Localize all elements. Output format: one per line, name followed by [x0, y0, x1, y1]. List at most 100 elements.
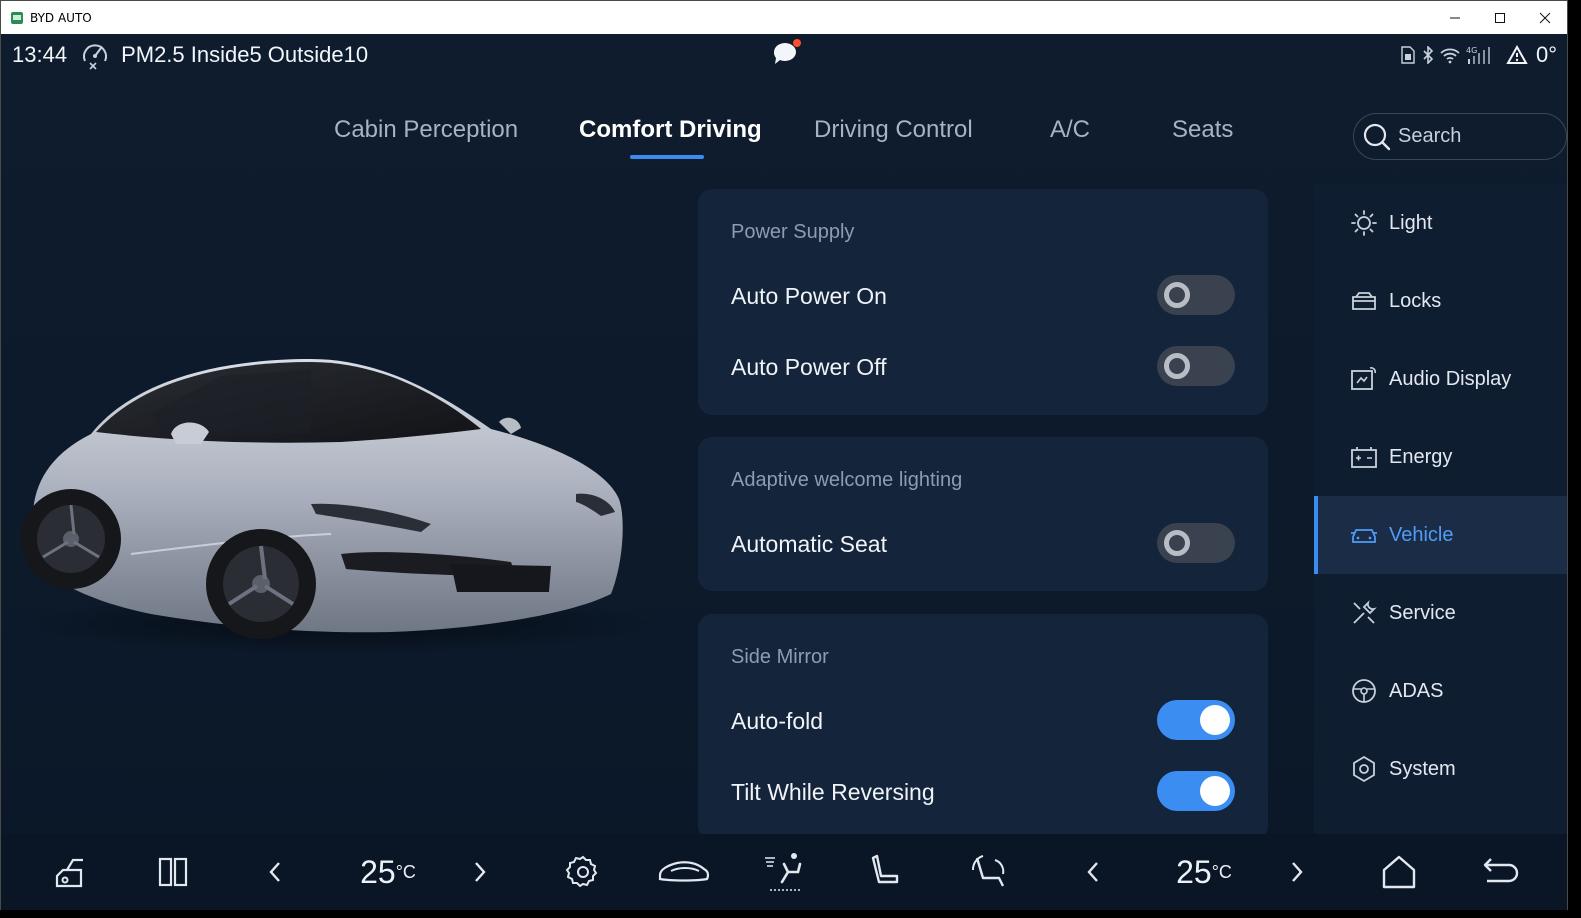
minimize-icon: [1449, 17, 1460, 18]
status-bar: 13:44 PM2.5 Inside5 Outside10 4G 0°: [1, 34, 1567, 76]
power-supply-panel: Power Supply Auto Power On Auto Power Of…: [698, 189, 1268, 415]
auto-power-on-label: Auto Power On: [731, 283, 887, 309]
right-temp-decrease-button[interactable]: [1079, 852, 1107, 892]
seat-ventilation-button[interactable]: [761, 852, 809, 892]
seat-heating-button[interactable]: [865, 852, 909, 892]
close-button[interactable]: [1522, 1, 1567, 34]
left-temp-increase-button[interactable]: [466, 852, 494, 892]
window-title: BYD AUTO: [30, 10, 92, 25]
auto-power-on-toggle[interactable]: [1157, 275, 1235, 315]
car-park-icon: [55, 858, 83, 888]
auto-fold-toggle[interactable]: [1157, 700, 1235, 740]
chevron-left-icon: [269, 862, 280, 882]
seat-recline-icon: [972, 855, 1005, 887]
chevron-right-icon: [475, 862, 486, 882]
sidebar-item-label: Locks: [1389, 289, 1442, 312]
left-temp-value: 25: [360, 853, 396, 890]
tab-cabin-perception[interactable]: Cabin Perception: [334, 116, 518, 144]
sidebar-item-label: ADAS: [1389, 679, 1444, 702]
seat-recline-button[interactable]: [967, 852, 1011, 892]
light-icon: [1351, 210, 1377, 236]
settings-button[interactable]: [561, 852, 605, 892]
car-settings-app: 13:44 PM2.5 Inside5 Outside10 4G 0° Cabi…: [1, 34, 1567, 910]
sidebar-item-label: Service: [1389, 601, 1456, 624]
search-box[interactable]: [1353, 113, 1567, 160]
chevron-right-icon: [1292, 862, 1303, 882]
tab-seats[interactable]: Seats: [1172, 116, 1233, 144]
audio-display-icon: [1351, 367, 1376, 390]
sidebar-item-service[interactable]: Service: [1314, 574, 1567, 652]
temp-unit: °C: [395, 861, 416, 882]
toggle-knob: [1164, 282, 1190, 308]
seat-ventilation-icon: [765, 853, 802, 891]
tab-comfort-driving[interactable]: Comfort Driving: [579, 116, 762, 144]
sidebar-item-vehicle[interactable]: Vehicle: [1314, 496, 1567, 574]
sidebar-item-label: Energy: [1389, 445, 1453, 468]
app-window: BYD AUTO 13:44 PM2.5 Inside5 Outside10 4…: [0, 0, 1568, 910]
vehicle-icon: [1351, 529, 1377, 543]
vehicle-illustration: [21, 359, 651, 654]
home-icon: [1382, 855, 1416, 889]
sidebar-item-energy[interactable]: Energy: [1314, 418, 1567, 496]
system-icon: [1353, 755, 1375, 783]
energy-icon: [1351, 447, 1377, 468]
car-icon: [658, 861, 710, 882]
outside-temperature: 0°: [1535, 42, 1557, 67]
auto-fold-label: Auto-fold: [731, 708, 824, 734]
home-button[interactable]: [1377, 852, 1421, 892]
tab-ac[interactable]: A/C: [1050, 116, 1090, 144]
sidebar-item-locks[interactable]: Locks: [1314, 262, 1567, 340]
adaptive-welcome-lighting-panel: Adaptive welcome lighting Automatic Seat: [698, 437, 1268, 591]
back-button[interactable]: [1479, 852, 1523, 892]
close-icon: [1539, 12, 1550, 23]
lock-icon: [1352, 292, 1376, 310]
temp-unit: °C: [1211, 861, 1232, 882]
sidebar-item-label: System: [1389, 757, 1456, 780]
side-mirror-panel: Side Mirror Auto-fold Tilt While Reversi…: [698, 614, 1268, 840]
auto-power-off-label: Auto Power Off: [731, 354, 887, 380]
sidebar-item-light[interactable]: Light: [1314, 184, 1567, 262]
4g-signal-icon: 4G: [1466, 46, 1490, 64]
car-park-button[interactable]: [49, 852, 93, 892]
right-temp-increase-button[interactable]: [1283, 852, 1311, 892]
bottom-dock: 25 °C 25 °C: [1, 834, 1567, 910]
adas-icon: [1352, 679, 1376, 703]
chevron-left-icon: [1087, 862, 1098, 882]
left-temp-decrease-button[interactable]: [261, 852, 289, 892]
window-controls: [1432, 1, 1567, 34]
toggle-knob: [1164, 353, 1190, 379]
search-input[interactable]: [1398, 125, 1548, 148]
sidebar-item-system[interactable]: System: [1314, 730, 1567, 808]
clock: 13:44: [12, 42, 68, 67]
tilt-while-reversing-toggle[interactable]: [1157, 771, 1235, 811]
wifi-icon: [1440, 48, 1460, 64]
sidebar-item-audio-display[interactable]: Audio Display: [1314, 340, 1567, 418]
panel-header: Power Supply: [731, 221, 855, 243]
maximize-icon: [1494, 12, 1505, 23]
sidebar-item-adas[interactable]: ADAS: [1314, 652, 1567, 730]
tilt-while-reversing-label: Tilt While Reversing: [731, 779, 935, 805]
auto-power-off-toggle[interactable]: [1157, 346, 1235, 386]
automatic-seat-toggle[interactable]: [1157, 523, 1235, 563]
toggle-knob: [1200, 776, 1230, 806]
window-titlebar: BYD AUTO: [1, 1, 1567, 34]
split-view-button[interactable]: [151, 852, 195, 892]
active-tab-indicator: [630, 155, 704, 159]
chat-notification-icon[interactable]: [769, 38, 803, 70]
automatic-seat-label: Automatic Seat: [731, 531, 887, 557]
car-button[interactable]: [656, 852, 712, 892]
system-status-icons: 4G 0°: [1400, 42, 1557, 68]
svg-text:4G: 4G: [1466, 46, 1477, 55]
left-temperature: 25 °C: [353, 852, 423, 892]
settings-sidebar: Light Locks Audio Display Energy Vehicle…: [1314, 184, 1567, 834]
app-logo-icon: [11, 11, 23, 24]
tab-driving-control[interactable]: Driving Control: [814, 116, 973, 144]
minimize-button[interactable]: [1432, 1, 1477, 34]
seat-heating-icon: [871, 854, 899, 884]
back-icon: [1483, 858, 1519, 883]
sidebar-item-label: Light: [1389, 211, 1433, 234]
toggle-knob: [1200, 705, 1230, 735]
sim-icon: [1401, 46, 1415, 64]
right-temperature: 25 °C: [1169, 852, 1239, 892]
maximize-button[interactable]: [1477, 1, 1522, 34]
